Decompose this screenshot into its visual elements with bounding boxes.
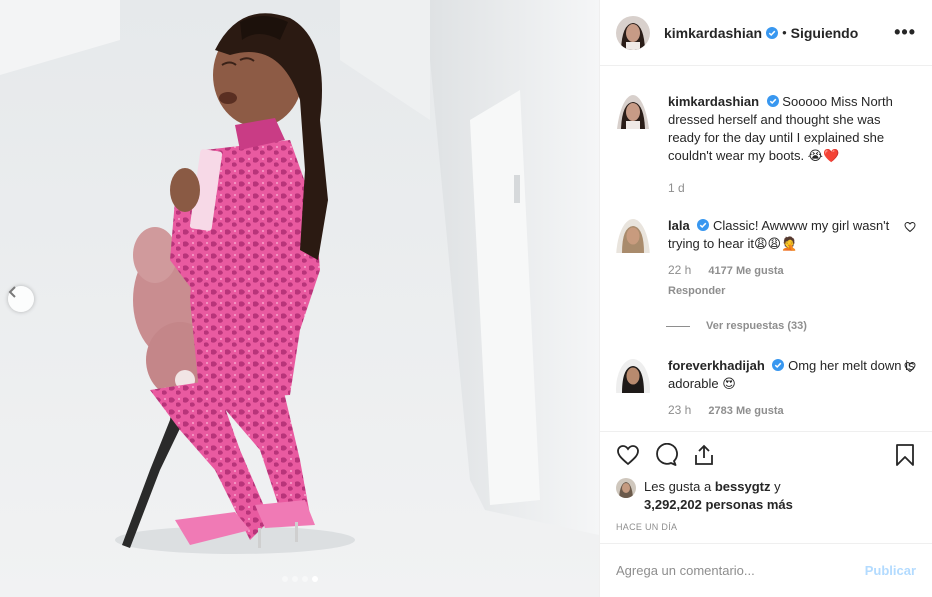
carousel-dot-active (311, 576, 318, 582)
post-header: kimkardashian • Siguiendo ••• (600, 0, 932, 66)
author-avatar[interactable] (616, 15, 650, 50)
chevron-left-icon (8, 286, 16, 298)
likes-prefix: Les gusta a (644, 479, 715, 494)
comment-likes[interactable]: 4177 Me gusta (708, 265, 783, 277)
comment-meta: 22 h 4177 Me gusta (668, 261, 916, 280)
comment-input[interactable] (616, 563, 865, 578)
comment-likes[interactable]: 2783 Me gusta (708, 405, 783, 417)
liker-username[interactable]: bessygtz (715, 479, 771, 494)
comment-body: lala Classic! Awwww my girl wasn't tryin… (668, 217, 916, 300)
post-side-panel: kimkardashian • Siguiendo ••• kimkardash… (599, 0, 932, 597)
avatar-image (616, 15, 650, 50)
action-bar (616, 432, 916, 478)
avatar-image (616, 219, 650, 253)
caption-body: kimkardashian Sooooo Miss North dressed … (668, 93, 916, 198)
post-modal: kimkardashian • Siguiendo ••• kimkardash… (0, 0, 932, 597)
reply-button[interactable]: Responder (668, 282, 916, 300)
likes-summary: Les gusta a bessygtz y 3,292,202 persona… (616, 478, 916, 514)
more-options-button[interactable]: ••• (894, 22, 916, 43)
comment-item: foreverkhadijah Omg her melt down is ado… (616, 357, 916, 420)
carousel-indicator (0, 576, 599, 582)
carousel-dot (291, 576, 298, 582)
comment-meta: 23 h 2783 Me gusta (668, 401, 916, 420)
previous-photo-button[interactable] (8, 286, 34, 312)
caption-time[interactable]: 1 d (668, 181, 685, 195)
bookmark-icon[interactable] (894, 443, 916, 467)
verified-badge-icon (772, 359, 785, 371)
likes-count[interactable]: 3,292,202 personas más (644, 497, 793, 512)
comment-username[interactable]: lala (668, 218, 690, 233)
comment-time[interactable]: 23 h (668, 403, 691, 417)
view-replies-button[interactable]: Ver respuestas (33) (666, 320, 807, 332)
liker-avatar[interactable] (616, 478, 636, 498)
add-comment-bar: Publicar (600, 543, 932, 597)
caption-meta: 1 d (668, 179, 916, 198)
following-button[interactable]: Siguiendo (791, 25, 859, 41)
like-comment-heart-icon[interactable] (904, 221, 916, 233)
likes-connector: y (770, 479, 781, 494)
publish-button[interactable]: Publicar (865, 563, 916, 578)
header-separator: • (782, 25, 787, 40)
share-icon[interactable] (692, 443, 716, 467)
avatar-image (616, 95, 650, 129)
comment-body: foreverkhadijah Omg her melt down is ado… (668, 357, 916, 420)
verified-badge-icon (766, 26, 779, 39)
author-avatar-small[interactable] (616, 95, 650, 198)
likes-text: Les gusta a bessygtz y 3,292,202 persona… (644, 478, 793, 514)
comment-bubble-icon[interactable] (654, 443, 678, 467)
avatar-image (616, 359, 650, 393)
comments-list[interactable]: kimkardashian Sooooo Miss North dressed … (600, 67, 932, 430)
post-actions: Les gusta a bessygtz y 3,292,202 persona… (600, 431, 932, 532)
carousel-dot (301, 576, 308, 582)
avatar-image (616, 478, 636, 498)
post-timestamp[interactable]: Hace un día (616, 522, 916, 532)
comment-username[interactable]: foreverkhadijah (668, 358, 765, 373)
commenter-avatar[interactable] (616, 359, 650, 420)
view-replies-label: Ver respuestas (33) (706, 320, 807, 332)
caption: kimkardashian Sooooo Miss North dressed … (616, 93, 916, 198)
commenter-avatar[interactable] (616, 219, 650, 300)
like-comment-heart-icon[interactable] (904, 361, 916, 373)
post-photo[interactable] (0, 0, 599, 597)
replies-divider (666, 325, 690, 327)
carousel-dot (281, 576, 288, 582)
author-username[interactable]: kimkardashian (664, 25, 762, 41)
comment-time[interactable]: 22 h (668, 263, 691, 277)
verified-badge-icon (697, 219, 710, 231)
like-heart-icon[interactable] (616, 443, 640, 467)
comment-item: lala Classic! Awwww my girl wasn't tryin… (616, 217, 916, 300)
caption-username[interactable]: kimkardashian (668, 94, 759, 109)
photo-illustration (0, 0, 599, 597)
verified-badge-icon (766, 95, 779, 107)
